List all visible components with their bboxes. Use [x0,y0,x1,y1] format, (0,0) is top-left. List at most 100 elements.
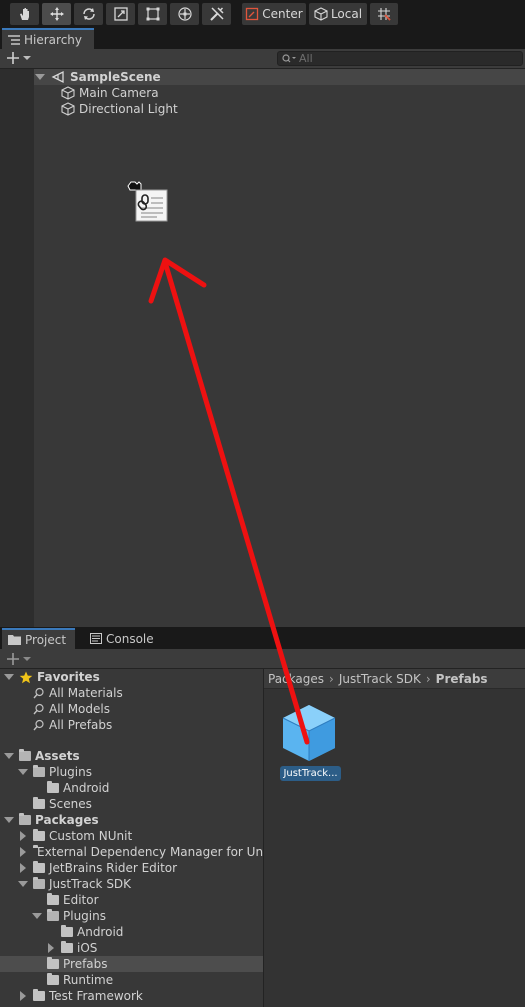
tab-hierarchy-label: Hierarchy [24,32,83,47]
favorites-item[interactable]: All Prefabs [33,717,112,733]
move-icon [49,7,64,21]
prefab-asset-item[interactable]: JustTrack... [280,703,342,783]
expand-arrow-icon[interactable] [18,881,28,887]
breadcrumb-item[interactable]: JustTrack SDK [339,672,421,686]
hierarchy-search-input[interactable]: All [277,51,523,66]
tree-package-justtrack[interactable]: JustTrack SDK [18,876,131,892]
breadcrumb-current[interactable]: Prefabs [436,672,488,686]
rect-tool-button[interactable] [138,3,167,25]
gameobject-cube-icon [61,86,75,100]
hand-icon [19,8,29,20]
expand-arrow-icon[interactable] [4,674,14,680]
tree-folder-plugins[interactable]: Plugins [32,908,106,924]
tree-folder-prefabs[interactable]: Prefabs [0,956,263,972]
grid-snap-button[interactable] [370,3,398,25]
scale-tool-button[interactable] [106,3,135,25]
folder-icon [8,634,21,645]
move-tool-button[interactable] [42,3,71,25]
drag-link-icon [127,181,168,222]
hierarchy-item-directional-light[interactable]: Directional Light [61,101,178,117]
search-icon [33,687,44,699]
collapse-arrow-icon[interactable] [20,991,26,1001]
tree-package-item[interactable]: External Dependency Manager for Uni [20,844,263,860]
pivot-rotation-toggle[interactable]: Local [309,3,367,25]
scene-name: SampleScene [70,70,161,84]
folder-open-icon [47,909,59,921]
tab-project[interactable]: Project [2,628,75,649]
folder-label: Android [63,781,110,795]
tree-folder-editor[interactable]: Editor [47,892,99,908]
item-label: Main Camera [79,86,159,100]
rotate-tool-button[interactable] [74,3,103,25]
hierarchy-tree[interactable] [0,69,525,627]
scene-row[interactable]: SampleScene [34,69,525,85]
tree-package-item[interactable]: Custom NUnit [20,828,132,844]
scale-icon [113,7,128,21]
tree-package-item[interactable]: JetBrains Rider Editor [20,860,177,876]
expand-arrow-icon[interactable] [4,753,14,759]
project-create-button[interactable] [7,651,31,670]
folder-label: JetBrains Rider Editor [49,861,178,875]
tree-favorites[interactable]: Favorites [4,669,100,685]
tools-icon [209,7,224,21]
hierarchy-toolbar: All [0,49,525,69]
unity-scene-icon [51,70,64,84]
folder-label: Scenes [49,797,92,811]
grid-snap-icon [378,8,391,21]
search-icon [282,54,296,63]
tree-folder-android[interactable]: Android [61,924,123,940]
expand-arrow-icon[interactable] [4,817,14,823]
folder-label: Test Framework [49,989,143,1003]
tree-package-item[interactable]: Test Framework [20,988,143,1004]
pivot-mode-label: Center [262,7,303,21]
collapse-arrow-icon[interactable] [20,831,26,841]
transform-tool-button[interactable] [170,3,199,25]
tab-console-label: Console [106,631,154,646]
folder-label: Custom NUnit [49,829,133,843]
expand-arrow-icon[interactable] [18,769,28,775]
folder-open-icon [33,877,45,889]
favorites-item-label: All Materials [49,686,123,700]
tab-hierarchy[interactable]: Hierarchy [2,28,94,49]
pivot-center-icon [246,7,259,21]
tree-folder-runtime[interactable]: Runtime [47,972,113,988]
plus-icon [7,653,31,665]
collapse-arrow-icon[interactable] [20,863,26,873]
hierarchy-gutter [0,69,34,627]
folder-icon [47,957,59,969]
tree-assets[interactable]: Assets [4,748,80,764]
rotate-icon [82,8,95,20]
folder-label: Editor [63,893,99,907]
tree-folder-ios[interactable]: iOS [48,940,97,956]
create-button[interactable] [7,50,31,69]
hand-tool-button[interactable] [10,3,39,25]
collapse-arrow-icon[interactable] [48,943,54,953]
chevron-right-icon: › [329,671,334,686]
favorites-item[interactable]: All Models [33,701,110,717]
list-icon [8,34,20,45]
custom-tool-button[interactable] [202,3,231,25]
tab-console[interactable]: Console [84,628,164,649]
prefab-cube-icon [282,705,336,761]
prefab-asset-label: JustTrack... [280,766,341,781]
folder-open-icon [19,813,31,825]
breadcrumb-item[interactable]: Packages [268,672,324,686]
pivot-rotation-label: Local [330,7,363,21]
folder-label: Plugins [49,765,92,779]
hierarchy-item-main-camera[interactable]: Main Camera [61,85,159,101]
folder-icon [33,797,45,809]
tree-packages[interactable]: Packages [4,812,99,828]
collapse-arrow-icon[interactable] [20,847,26,857]
tree-assets-plugins[interactable]: Plugins [18,764,92,780]
favorites-item[interactable]: All Materials [33,685,123,701]
tree-assets-android[interactable]: Android [47,780,109,796]
expand-arrow-icon[interactable] [35,74,45,80]
packages-label: Packages [35,813,99,827]
expand-arrow-icon[interactable] [32,913,42,919]
folder-label: Runtime [63,973,114,987]
folder-icon [33,861,45,873]
folder-icon [61,941,73,953]
pivot-mode-toggle[interactable]: Center [242,3,306,25]
tree-assets-scenes[interactable]: Scenes [33,796,92,812]
project-toolbar [0,649,525,669]
